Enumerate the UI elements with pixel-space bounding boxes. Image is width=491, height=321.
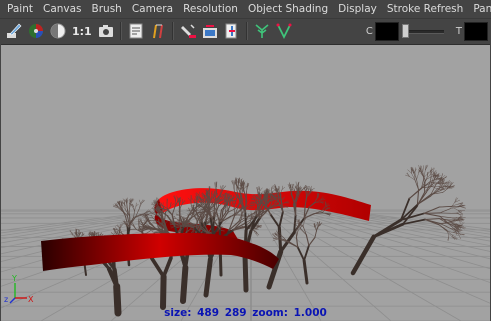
status-readout: size: 489 289 zoom: 1.000 — [1, 307, 490, 319]
tree-branch — [269, 213, 281, 229]
transparency-label: T — [455, 25, 462, 37]
brush-strokes-icon[interactable] — [148, 21, 168, 41]
tree-branch — [122, 198, 127, 203]
canvas-document-icon[interactable] — [126, 21, 146, 41]
toolbar-separator — [245, 22, 248, 40]
tree-branch — [149, 255, 166, 279]
size-value: 489 — [197, 307, 220, 319]
tree-branch — [294, 186, 296, 192]
tree-branch — [278, 210, 284, 229]
toolbar-separator — [119, 22, 122, 40]
tree-branch — [113, 206, 118, 208]
grid-line — [262, 209, 392, 321]
menu-display[interactable]: Display — [333, 0, 382, 18]
tree-branch — [244, 211, 248, 232]
tree-branch — [296, 246, 306, 262]
menu-resolution[interactable]: Resolution — [178, 0, 243, 18]
zoom-value: 1.000 — [293, 307, 327, 319]
transparency-swatch[interactable] — [464, 21, 488, 41]
color-swatch[interactable] — [374, 21, 399, 41]
color-slider[interactable] — [401, 24, 444, 38]
tree-branch — [242, 252, 249, 293]
zoom-label: zoom: — [252, 307, 288, 319]
axis-y-label: Y — [11, 274, 17, 283]
tree-branch — [203, 256, 213, 298]
ratio-button[interactable]: 1:1 — [69, 25, 95, 38]
tree-branch — [160, 273, 167, 310]
tree-graph-icon[interactable] — [252, 21, 272, 41]
v-branch-icon[interactable] — [274, 21, 294, 41]
tree-branch — [416, 172, 419, 180]
tree-branch — [295, 236, 299, 248]
menu-panels[interactable]: Panels — [468, 0, 491, 18]
color-label: C — [365, 25, 373, 37]
paint-can-icon[interactable] — [178, 21, 198, 41]
camera-icon[interactable] — [96, 21, 116, 41]
overlap-value: 289 — [224, 307, 247, 319]
menu-paint[interactable]: Paint — [0, 0, 38, 18]
wrap-canvas-icon[interactable] — [222, 21, 242, 41]
tree-branch — [450, 203, 459, 207]
menu-object-shading[interactable]: Object Shading — [243, 0, 333, 18]
paint-brush-icon[interactable] — [4, 21, 24, 41]
tree-branch — [233, 184, 235, 192]
tree-branch — [426, 183, 434, 193]
tree-branch — [442, 186, 450, 193]
menu-stroke-refresh[interactable]: Stroke Refresh — [382, 0, 468, 18]
tree-branch — [429, 167, 435, 172]
tree-branch — [220, 185, 223, 191]
tree-branch — [314, 223, 316, 228]
tree-branch — [372, 218, 403, 239]
grid-line — [328, 209, 490, 232]
tree-branch — [439, 206, 452, 208]
menu-camera[interactable]: Camera — [127, 0, 178, 18]
scene-render: Y z X — [1, 164, 490, 321]
render-image-icon[interactable] — [200, 21, 220, 41]
menu-canvas[interactable]: Canvas — [38, 0, 87, 18]
paint-canvas-viewport[interactable]: Y z X size: 489 289 zoom: 1.000 — [1, 44, 490, 321]
paint-effects-panel: Paint Canvas Brush Camera Resolution Obj… — [0, 0, 491, 321]
tree-branch — [424, 218, 440, 221]
color-slider-handle[interactable] — [401, 24, 409, 38]
tree-branch — [431, 186, 440, 190]
menu-bar: Paint Canvas Brush Camera Resolution Obj… — [0, 0, 491, 19]
tree-branch — [289, 182, 291, 189]
axis-z-label: z — [4, 295, 8, 304]
toolbar-separator — [171, 22, 174, 40]
tree-branch — [214, 182, 216, 188]
tree-branch — [305, 234, 310, 247]
tree-branch — [408, 187, 423, 200]
tree-branch — [308, 236, 316, 247]
grid-line — [1, 209, 180, 237]
menu-brush[interactable]: Brush — [87, 0, 127, 18]
toolbar: 1:1 C T — [0, 19, 491, 43]
tree-branch — [271, 185, 276, 189]
tree-branch — [146, 229, 153, 234]
shading-sphere-icon[interactable] — [48, 21, 68, 41]
tree-branch — [257, 187, 260, 192]
tree-branch — [315, 223, 317, 228]
tree-branch — [180, 264, 189, 304]
tree-branch — [138, 199, 141, 204]
tree-branch — [236, 214, 242, 217]
tree-branch — [259, 187, 263, 191]
tree-branch — [295, 230, 297, 238]
tree-branch — [138, 221, 140, 227]
axis-indicator: Y z X — [4, 274, 34, 304]
tree-branch — [407, 169, 412, 174]
tree-branch — [422, 165, 424, 173]
tree-branch — [135, 203, 139, 207]
tree-branch — [295, 181, 297, 188]
size-label: size: — [164, 307, 192, 319]
tree-branch — [142, 232, 148, 234]
tree-branch — [459, 206, 466, 209]
tree-branch — [287, 184, 290, 189]
axis-x-label: X — [28, 295, 34, 304]
color-wheel-icon[interactable] — [26, 21, 46, 41]
